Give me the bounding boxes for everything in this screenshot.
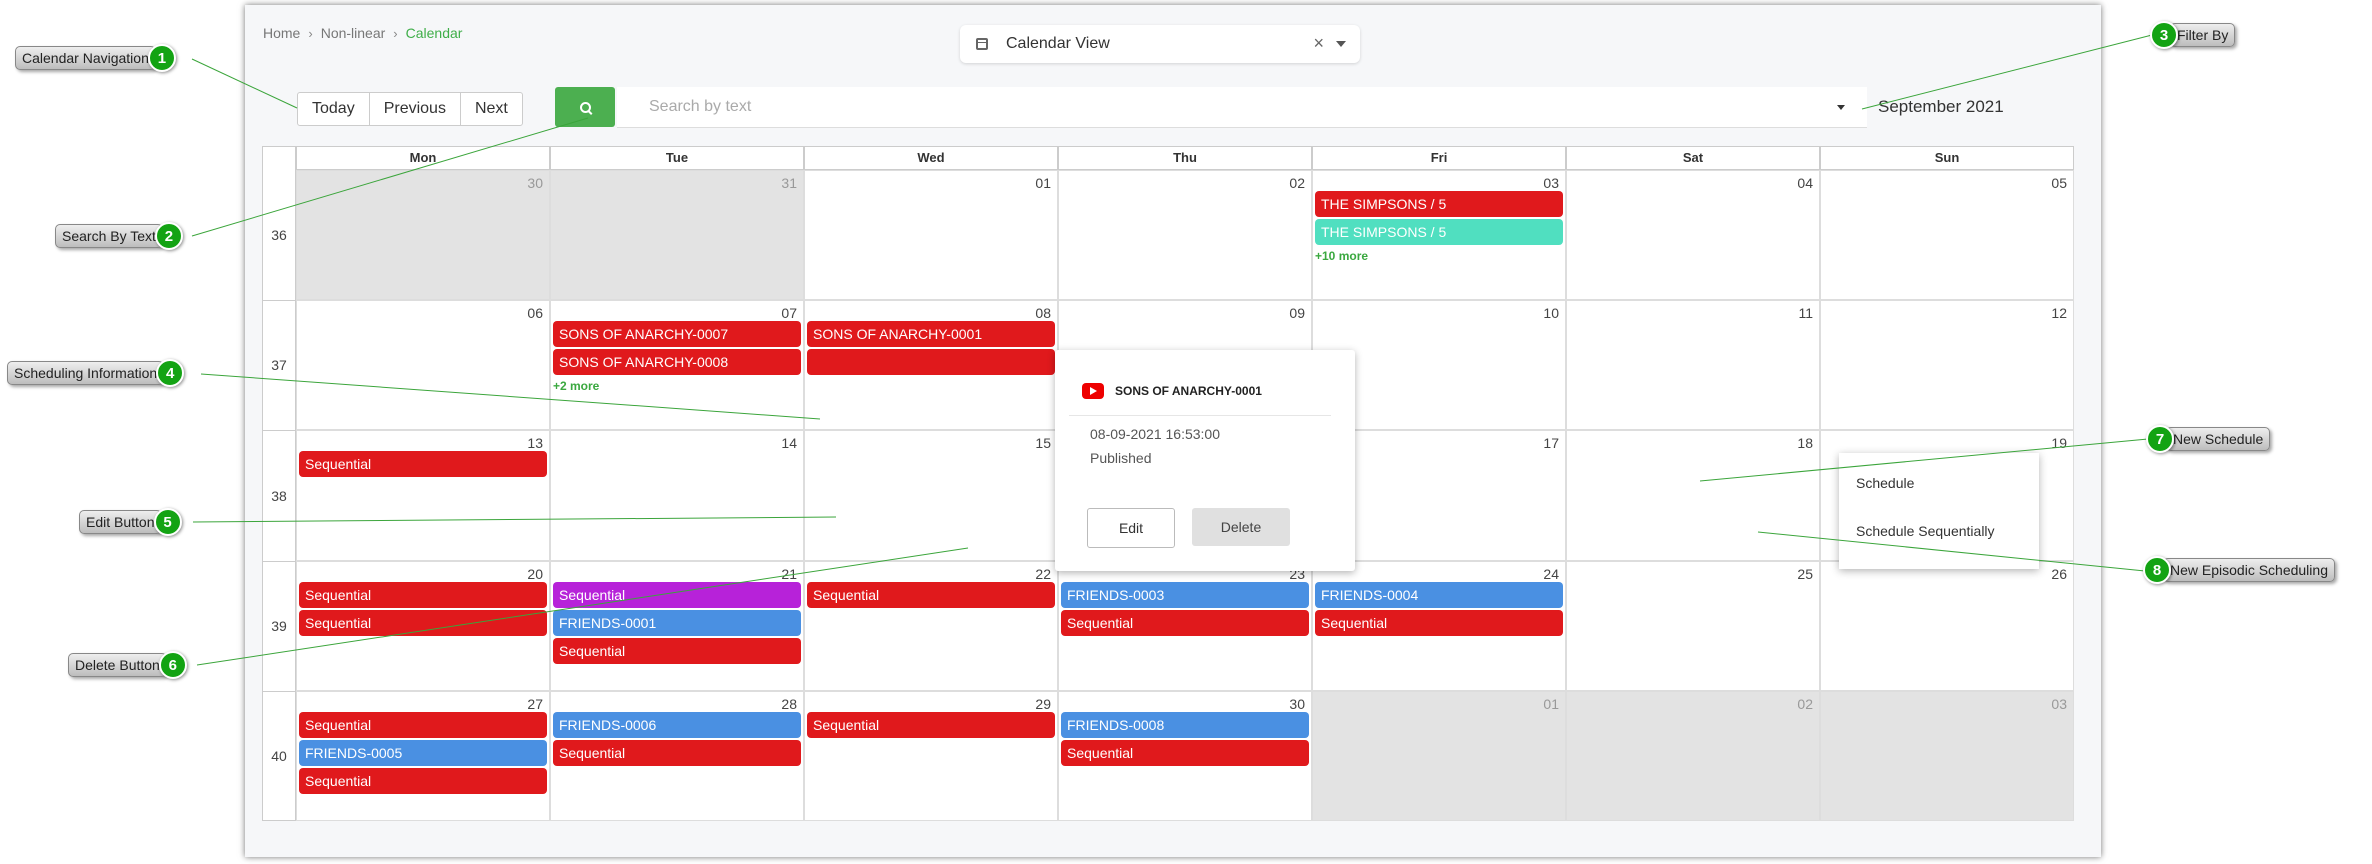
callout-line-4 <box>200 373 821 420</box>
callout-label: Calendar Navigation <box>15 46 156 70</box>
callout-badge: 8 <box>2143 556 2171 584</box>
callout-label: New Episodic Scheduling <box>2163 558 2335 582</box>
callout-badge: 5 <box>153 508 182 536</box>
callout-badge: 7 <box>2146 425 2174 453</box>
callout-badge: 2 <box>154 222 183 250</box>
callout-line-6 <box>196 547 969 666</box>
callout-7: 7 New Schedule <box>2146 425 2271 453</box>
callout-line-1 <box>191 58 298 109</box>
callout-label: Edit Button <box>79 510 162 534</box>
callout-4: Scheduling Information 4 <box>7 359 185 387</box>
callout-line-2 <box>191 117 589 237</box>
callout-2: Search By Text 2 <box>55 222 183 250</box>
callout-label: Filter By <box>2170 23 2236 47</box>
callout-label: Scheduling Information <box>7 361 165 385</box>
callout-label: Search By Text <box>55 224 163 248</box>
callout-5: Edit Button 5 <box>79 508 182 536</box>
callout-label: Delete Button <box>68 653 167 677</box>
callout-1: Calendar Navigation 1 <box>15 44 176 72</box>
callout-label: New Schedule <box>2166 427 2271 451</box>
callout-3: 3 Filter By <box>2150 21 2236 49</box>
callout-8: 8 New Episodic Scheduling <box>2143 556 2335 584</box>
callout-line-7 <box>1699 438 2149 482</box>
callout-badge: 6 <box>158 651 187 679</box>
callout-line-8 <box>1757 531 2146 572</box>
callout-line-5 <box>192 516 837 523</box>
callout-line-3 <box>1861 34 2153 110</box>
callout-6: Delete Button 6 <box>68 651 187 679</box>
callout-badge: 3 <box>2150 21 2178 49</box>
callout-badge: 4 <box>156 359 185 387</box>
callout-leader-lines <box>191 34 2153 666</box>
callout-badge: 1 <box>147 44 176 72</box>
